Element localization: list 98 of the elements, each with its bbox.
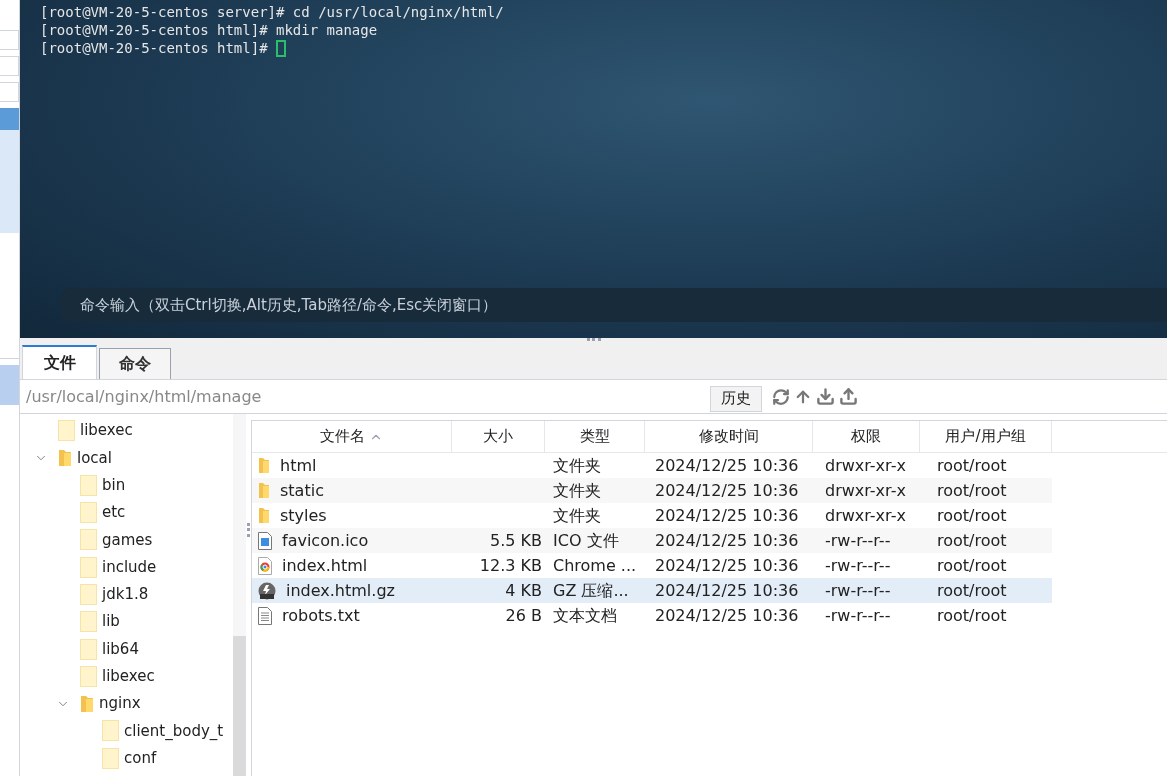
file-name: static (280, 479, 324, 502)
folder-icon (80, 529, 97, 551)
tree-item[interactable]: lib (102, 610, 120, 633)
folder-icon (102, 720, 119, 742)
upload-icon[interactable] (839, 387, 858, 406)
column-header[interactable]: 用户/用户组 (920, 421, 1052, 452)
owner: root/root (937, 530, 1007, 550)
folder-icon (258, 457, 270, 474)
terminal[interactable]: [root@VM-20-5-centos server]# cd /usr/local/nginx/html/ [root@VM-20-5-centos html]# mkdir manage [root@VM-20-5-centos html]# 命令输入（双击Ctrl切换,Alt历史,Tab路径/命令,Esc关闭窗口） (20, 0, 1167, 338)
modified-time: 2024/12/25 10:36 (655, 530, 799, 550)
folder-icon (80, 638, 97, 660)
file-type: GZ 压缩... (553, 580, 629, 600)
file-row[interactable]: index.html.gz 4 KB GZ 压缩... 2024/12/25 10:36 -rw-r--r-- root/root (252, 578, 1052, 603)
folder-icon (80, 694, 94, 713)
owner: root/root (937, 555, 1007, 575)
column-header[interactable]: 文件名 (252, 421, 452, 452)
browser-file-icon (258, 556, 272, 575)
folder-icon (102, 747, 119, 769)
folder-icon (80, 556, 97, 578)
tree-item[interactable]: games (102, 528, 153, 552)
file-name: html (280, 454, 317, 477)
file-name: styles (280, 504, 327, 527)
history-button[interactable]: 历史 (710, 385, 762, 412)
terminal-line: [root@VM-20-5-centos server]# cd /usr/local/nginx/html/ (40, 2, 504, 22)
folder-icon (80, 583, 97, 605)
refresh-icon[interactable] (772, 387, 790, 406)
file-type: 文件夹 (553, 455, 601, 475)
modified-time: 2024/12/25 10:36 (655, 455, 799, 475)
owner: root/root (937, 480, 1007, 500)
permissions: drwxr-xr-x (825, 480, 906, 500)
modified-time: 2024/12/25 10:36 (655, 580, 799, 600)
file-row[interactable]: static 文件夹 2024/12/25 10:36 drwxr-xr-x root/root (252, 478, 1052, 503)
file-size: 26 B (505, 605, 542, 625)
scrollbar[interactable] (233, 414, 246, 776)
file-size: 5.5 KB (490, 530, 542, 550)
file-name: robots.txt (282, 604, 360, 627)
tree-item[interactable]: lib64 (102, 637, 139, 661)
permissions: -rw-r--r-- (825, 555, 891, 575)
permissions: -rw-r--r-- (825, 605, 891, 625)
tree-item[interactable]: bin (102, 474, 126, 497)
owner: root/root (937, 505, 1007, 525)
file-row[interactable]: robots.txt 26 B 文本文档 2024/12/25 10:36 -rw-r--r-- root/root (252, 603, 1052, 628)
file-type: 文本文档 (553, 605, 617, 625)
permissions: -rw-r--r-- (825, 530, 891, 550)
folder-icon (80, 611, 97, 633)
file-size: 12.3 KB (479, 555, 542, 575)
archive-file-icon (258, 581, 276, 600)
modified-time: 2024/12/25 10:36 (655, 505, 799, 525)
tree-item[interactable]: client_body_t (124, 719, 224, 743)
owner: root/root (937, 455, 1007, 475)
modified-time: 2024/12/25 10:36 (655, 480, 799, 500)
file-type: 文件夹 (553, 505, 601, 525)
file-row[interactable]: favicon.ico 5.5 KB ICO 文件 2024/12/25 10:36 -rw-r--r-- root/root (252, 528, 1052, 553)
splitter-handle[interactable] (586, 338, 601, 341)
file-name: index.html.gz (286, 579, 395, 602)
tree-item[interactable]: nginx (99, 692, 141, 715)
tab[interactable]: 命令 (99, 348, 171, 379)
download-icon[interactable] (816, 387, 835, 406)
folder-icon (58, 420, 75, 442)
text-file-icon (258, 606, 272, 625)
permissions: drwxr-xr-x (825, 505, 906, 525)
column-header[interactable]: 修改时间 (645, 421, 813, 452)
folder-icon (80, 474, 97, 496)
owner: root/root (937, 605, 1007, 625)
permissions: drwxr-xr-x (825, 455, 906, 475)
file-size: 4 KB (505, 580, 542, 600)
terminal-line: [root@VM-20-5-centos html]# (40, 38, 269, 58)
tree-item[interactable]: libexec (102, 665, 155, 688)
permissions: -rw-r--r-- (825, 580, 891, 600)
file-type: Chrome ... (553, 555, 637, 575)
modified-time: 2024/12/25 10:36 (655, 605, 799, 625)
folder-icon (258, 507, 270, 524)
tree-item[interactable]: conf (124, 746, 157, 770)
tree-item[interactable]: etc (102, 501, 126, 524)
tree-item[interactable]: libexec (80, 419, 133, 442)
column-header[interactable]: 权限 (813, 421, 920, 452)
tree-item[interactable]: jdk1.8 (102, 583, 149, 606)
folder-icon (258, 482, 270, 499)
folder-icon (80, 665, 97, 687)
modified-time: 2024/12/25 10:36 (655, 555, 799, 575)
folder-icon (80, 502, 97, 524)
file-row[interactable]: styles 文件夹 2024/12/25 10:36 drwxr-xr-x root/root (252, 503, 1052, 528)
file-name: index.html (282, 554, 368, 577)
file-row[interactable]: index.html 12.3 KB Chrome ... 2024/12/25 10:36 -rw-r--r-- root/root (252, 553, 1052, 578)
column-header[interactable]: 大小 (452, 421, 545, 452)
file-name: favicon.ico (282, 529, 369, 552)
file-row[interactable]: html 文件夹 2024/12/25 10:36 drwxr-xr-x root/root (252, 453, 1052, 478)
column-header[interactable]: 类型 (545, 421, 645, 452)
owner: root/root (937, 580, 1007, 600)
tab[interactable]: 文件 (22, 345, 97, 379)
image-file-icon (258, 531, 272, 550)
tree-item[interactable]: include (102, 555, 157, 579)
terminal-line: [root@VM-20-5-centos html]# mkdir manage (40, 20, 378, 40)
path-field[interactable]: /usr/local/nginx/html/manage (26, 384, 710, 409)
tree-item[interactable]: local (77, 446, 112, 470)
file-type: 文件夹 (553, 480, 601, 500)
folder-icon (58, 448, 72, 467)
file-type: ICO 文件 (553, 530, 619, 550)
